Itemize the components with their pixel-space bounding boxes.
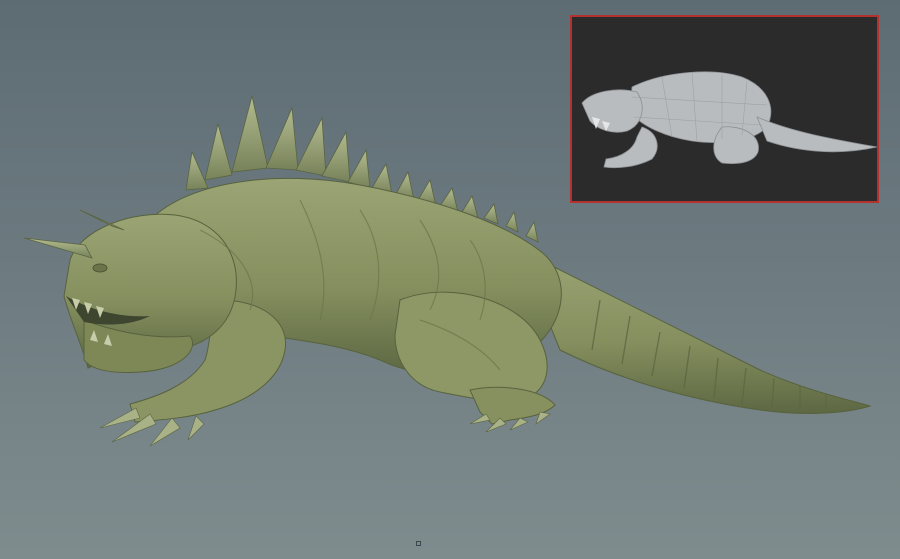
inset-tail [756, 116, 877, 153]
horn-top [79, 209, 125, 231]
base-mesh-inset [570, 15, 879, 203]
tail [519, 248, 872, 414]
low-poly-creature-render [581, 71, 877, 169]
inset-front-leg [603, 126, 658, 169]
pivot-marker [416, 541, 421, 546]
3d-viewport[interactable] [0, 0, 900, 559]
eye [92, 263, 108, 273]
inset-head [581, 89, 643, 133]
